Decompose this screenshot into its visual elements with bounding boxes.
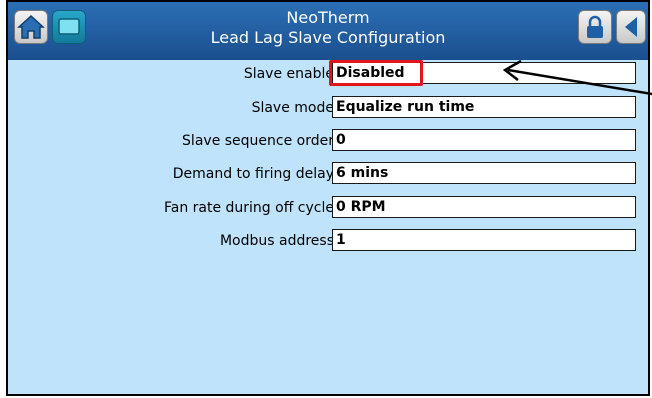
- callout-arrow-layer: [502, 59, 652, 96]
- callout-arrow: [507, 68, 652, 96]
